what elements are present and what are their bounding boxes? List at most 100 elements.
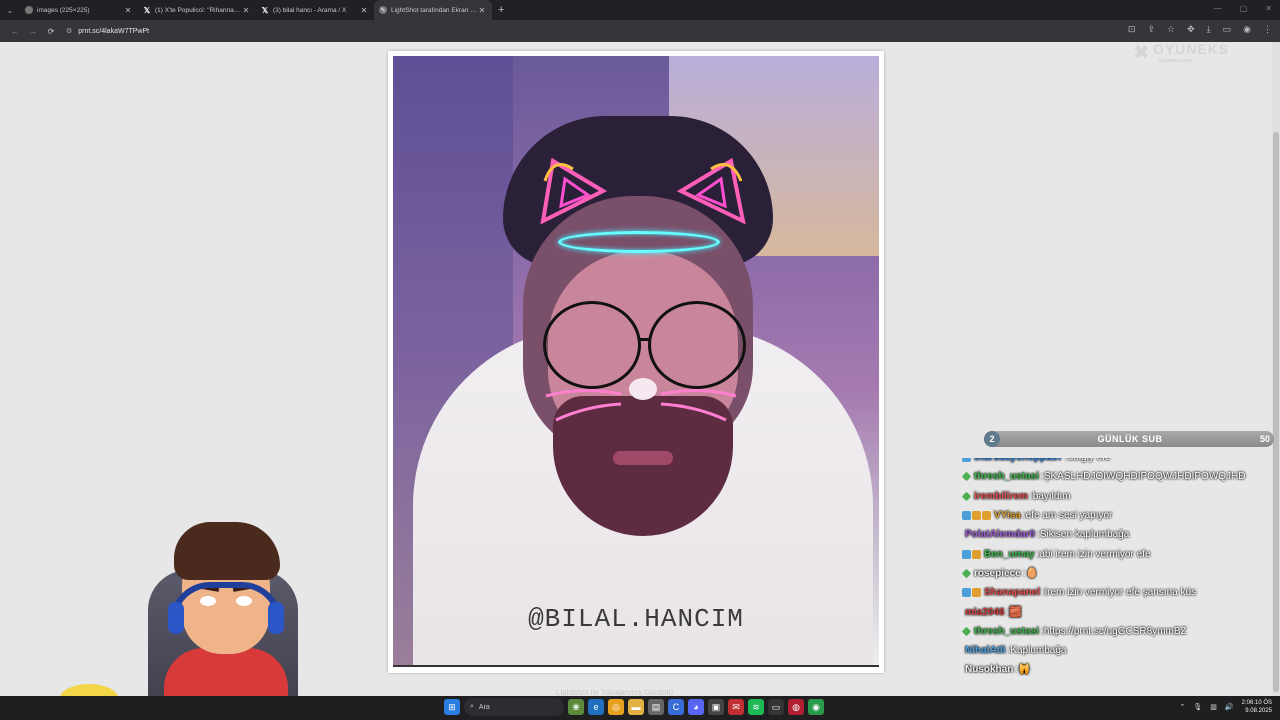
maximize-icon[interactable]: ▢ <box>1240 4 1248 13</box>
chat-text: irem izin vermiyor efe şansına küs <box>1044 587 1197 599</box>
mail-icon[interactable]: ✉ <box>728 699 744 715</box>
chat-username[interactable]: rosepiece <box>974 568 1021 579</box>
cat-whiskers-filter <box>545 388 737 422</box>
menu-dots-icon[interactable]: ⋮ <box>1263 24 1272 35</box>
chat-username[interactable]: PolatAlemdar0 <box>965 529 1035 540</box>
x-logo-icon: 𝕏 <box>143 5 151 15</box>
terminal-icon[interactable]: ▭ <box>768 699 784 715</box>
search-icon: ⌕ <box>470 703 474 710</box>
chat-text: 🙀 <box>1018 664 1031 676</box>
chat-badges <box>962 549 981 559</box>
split-view-icon[interactable]: ▭ <box>1223 24 1232 35</box>
avatar-hair <box>174 522 280 580</box>
chat-text: https://prnt.sc/ugGCSR8ymmBZ <box>1043 625 1187 637</box>
headset-cup-left <box>168 602 184 634</box>
chat-message: Ben_umay: abi irem izin vermiyor efe <box>962 544 1278 563</box>
green-badge-icon <box>962 491 972 502</box>
site-info-icon[interactable]: ⚙ <box>66 27 72 35</box>
chat-text: abi irem izin vermiyor efe <box>1039 548 1151 560</box>
download-icon[interactable]: ⤓ <box>1207 24 1211 35</box>
image-bottom-border <box>393 665 879 667</box>
obs-icon[interactable]: ◍ <box>788 699 804 715</box>
taskbar-search[interactable]: ⌕ Ara <box>464 698 564 716</box>
tab-close-icon[interactable]: ✕ <box>123 6 133 15</box>
browser-toolbar: ← → ⟳ ⚙ prnt.sc/4lakaW7TPwPt ⊡ ⇪ ☆ ✥ ⤓ ▭… <box>0 20 1280 42</box>
gold-badge-icon <box>972 549 981 559</box>
chat-badges <box>962 588 981 598</box>
spotify-icon[interactable]: ≋ <box>748 699 764 715</box>
url-text: prnt.sc/4lakaW7TPwPt <box>78 27 150 35</box>
chat-badges <box>962 511 991 521</box>
widgets-icon[interactable]: ❀ <box>568 699 584 715</box>
photos-icon[interactable]: ▣ <box>708 699 724 715</box>
x-logo-icon: 𝕏 <box>261 5 269 15</box>
chat-username[interactable]: Ben_umay <box>984 549 1035 560</box>
chat-username[interactable]: thursdaychoppa37 <box>974 458 1063 463</box>
windows-taskbar: ⊞ ⌕ Ara ❀ e ◎ ▬ ▤ C ◕ ▣ ✉ ≋ ▭ ◍ ◉ ⌃ 🎙 ▥ … <box>0 696 1280 720</box>
c-app-icon[interactable]: C <box>668 699 684 715</box>
tab-close-icon[interactable]: ✕ <box>241 6 251 15</box>
clock-time: 2:06:10 ÖS <box>1241 700 1272 706</box>
chat-username[interactable]: thresh_ustasi <box>974 626 1039 637</box>
chat-message: thursdaychoppa37: dolgiy efe <box>962 458 1278 467</box>
green-badge-icon <box>962 568 972 579</box>
chat-message: NihalAtli: Kaplumbağa <box>962 641 1278 660</box>
screenshot-image[interactable]: @BILAL.HANCIM <box>393 56 879 666</box>
bookmark-star-icon[interactable]: ☆ <box>1167 24 1175 35</box>
chat-message: VYisa: efe am sesi yapıyor <box>962 506 1278 525</box>
profile-icon[interactable]: ◉ <box>1243 24 1251 35</box>
minimize-icon[interactable]: — <box>1214 4 1222 13</box>
taskbar-clock[interactable]: 2:06:10 ÖS 9.08.2025 <box>1242 699 1272 715</box>
sub-goal-label: GÜNLÜK SUB <box>1097 434 1163 444</box>
sponsor-logo-word: OYUNEKS <box>1153 41 1230 57</box>
gold-badge-icon <box>972 588 981 598</box>
clock-date: 9.08.2025 <box>1245 708 1272 714</box>
window-controls: — ▢ ✕ <box>1214 4 1272 13</box>
tab-2[interactable]: 𝕏 (3) bilal hancı - Arama / X ✕ <box>256 0 374 20</box>
chat-username[interactable]: VYisa <box>994 510 1021 521</box>
chrome-alt-icon[interactable]: ◉ <box>808 699 824 715</box>
reload-icon[interactable]: ⟳ <box>42 27 60 36</box>
chat-username[interactable]: thresh_ustasi <box>974 471 1039 482</box>
sponsor-logo-sub: oyuneks.com <box>1159 58 1192 64</box>
chat-username[interactable]: irembilirem <box>974 491 1028 502</box>
back-icon[interactable]: ← <box>6 27 24 36</box>
tab-close-icon[interactable]: ✕ <box>359 6 369 15</box>
start-icon[interactable]: ⊞ <box>444 699 460 715</box>
new-tab-button[interactable]: + <box>492 4 510 16</box>
forward-icon[interactable]: → <box>24 27 42 36</box>
tab-3[interactable]: ✎ LightShot tarafından Ekran Gö ✕ <box>374 0 492 20</box>
blue-badge-icon <box>962 511 971 521</box>
address-bar[interactable]: ⚙ prnt.sc/4lakaW7TPwPt <box>66 23 1126 39</box>
taskbar-search-placeholder: Ara <box>478 703 490 711</box>
file-explorer-icon[interactable]: ▬ <box>628 699 644 715</box>
tab-title: (1) X'te Populicci: "Rihanna, Lo <box>155 6 241 14</box>
blue-badge-icon <box>962 588 971 598</box>
chat-username[interactable]: NihalAtli <box>965 645 1006 656</box>
tab-0[interactable]: images (225×225) ✕ <box>20 0 138 20</box>
notepad-icon[interactable]: ▤ <box>648 699 664 715</box>
tab-title: LightShot tarafından Ekran Gö <box>391 6 477 14</box>
extensions-icon[interactable]: ✥ <box>1187 24 1195 35</box>
chat-message: Shanapanel: irem izin vermiyor efe şansı… <box>962 583 1278 602</box>
chat-username[interactable]: Nusokhan <box>965 664 1013 675</box>
chat-username[interactable]: mia2046 <box>965 607 1004 618</box>
install-app-icon[interactable]: ⊡ <box>1128 24 1136 35</box>
taskbar-apps: ⊞ ⌕ Ara ❀ e ◎ ▬ ▤ C ◕ ▣ ✉ ≋ ▭ ◍ ◉ <box>444 698 824 716</box>
share-icon[interactable]: ⇪ <box>1147 24 1155 35</box>
green-badge-icon <box>962 472 972 482</box>
discord-icon[interactable]: ◕ <box>688 699 704 715</box>
volume-icon[interactable]: 🔊 <box>1225 703 1234 711</box>
close-window-icon[interactable]: ✕ <box>1265 4 1272 13</box>
edge-icon[interactable]: e <box>588 699 604 715</box>
chrome-icon[interactable]: ◎ <box>608 699 624 715</box>
chat-username[interactable]: Shanapanel <box>984 587 1040 598</box>
tabs-container: images (225×225) ✕ 𝕏 (1) X'te Populicci: "R… <box>20 0 492 20</box>
network-icon[interactable]: ▥ <box>1210 703 1217 711</box>
mic-icon[interactable]: 🎙 <box>1193 703 1202 711</box>
tab-search-icon[interactable]: ⌄ <box>0 0 20 20</box>
tab-strip: ⌄ images (225×225) ✕ 𝕏 (1) X'te Populicci: … <box>0 0 1280 20</box>
tab-1[interactable]: 𝕏 (1) X'te Populicci: "Rihanna, Lo ✕ <box>138 0 256 20</box>
tab-close-icon[interactable]: ✕ <box>477 6 487 15</box>
tray-overflow-icon[interactable]: ⌃ <box>1180 703 1186 711</box>
